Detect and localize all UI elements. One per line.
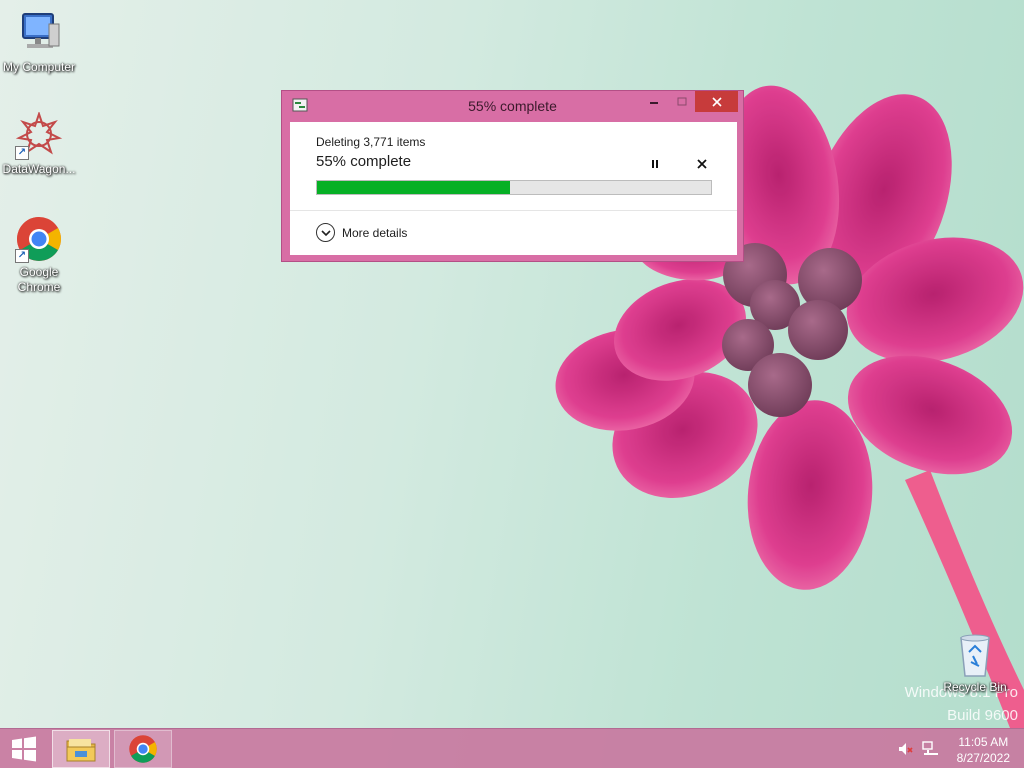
operation-description: Deleting 3,771 items (316, 135, 426, 149)
desktop-icon-label: DataWagon... (2, 162, 76, 176)
cancel-operation-button[interactable] (693, 156, 711, 172)
network-icon[interactable] (922, 741, 938, 757)
pause-button[interactable] (646, 156, 664, 172)
progress-status: 55% complete (316, 153, 412, 170)
clock-date: 8/27/2022 (956, 751, 1010, 765)
computer-icon (15, 10, 63, 58)
chrome-icon (129, 735, 157, 763)
desktop-icon-google-chrome[interactable]: ↗ Google Chrome (0, 215, 78, 295)
watermark-build: Build 9600 (947, 707, 1018, 724)
desktop-icon-recycle-bin[interactable]: Recycle Bin (936, 630, 1014, 695)
desktop-icon-my-computer[interactable]: My Computer (0, 10, 78, 75)
start-button[interactable] (0, 729, 48, 768)
desktop-icon-datawagon[interactable]: ↗ DataWagon... (0, 110, 78, 177)
taskbar-google-chrome[interactable] (114, 730, 172, 768)
desktop-icon-label: My Computer (2, 60, 76, 74)
clock-time: 11:05 AM (958, 735, 1009, 749)
shortcut-arrow-icon: ↗ (15, 249, 29, 263)
more-details-button[interactable]: More details (316, 222, 407, 243)
minimize-icon (650, 101, 658, 104)
windows-logo-icon (12, 736, 36, 762)
close-icon (711, 96, 722, 107)
dialog-content: Deleting 3,771 items 55% complete More d… (290, 122, 737, 255)
maximize-icon (677, 97, 687, 105)
dialog-titlebar[interactable]: 55% complete (282, 91, 743, 122)
progress-bar (316, 180, 712, 195)
delete-progress-dialog: 55% complete Deleting 3,771 items 55% co… (281, 90, 744, 262)
desktop-icon-label: Recycle Bin (943, 680, 1007, 694)
recycle-bin-icon (951, 630, 999, 678)
desktop-icon-label: Google Chrome (17, 265, 61, 294)
chevron-down-icon (316, 223, 335, 242)
taskbar-file-explorer[interactable] (52, 730, 110, 768)
file-explorer-icon (66, 739, 96, 762)
maximize-button[interactable] (670, 91, 694, 112)
pause-icon (652, 160, 658, 168)
minimize-button[interactable] (642, 91, 666, 112)
shortcut-arrow-icon: ↗ (15, 146, 29, 160)
more-details-label: More details (342, 225, 408, 240)
chrome-icon: ↗ (15, 215, 63, 263)
taskbar: 11:05 AM 8/27/2022 (0, 728, 1024, 768)
close-button[interactable] (695, 91, 738, 112)
progress-bar-fill (317, 181, 511, 194)
system-clock[interactable]: 11:05 AM 8/27/2022 (957, 734, 1010, 766)
dialog-divider (290, 210, 737, 211)
cancel-icon (697, 159, 707, 169)
datawagon-icon: ↗ (15, 110, 63, 160)
volume-muted-icon[interactable] (897, 741, 913, 757)
